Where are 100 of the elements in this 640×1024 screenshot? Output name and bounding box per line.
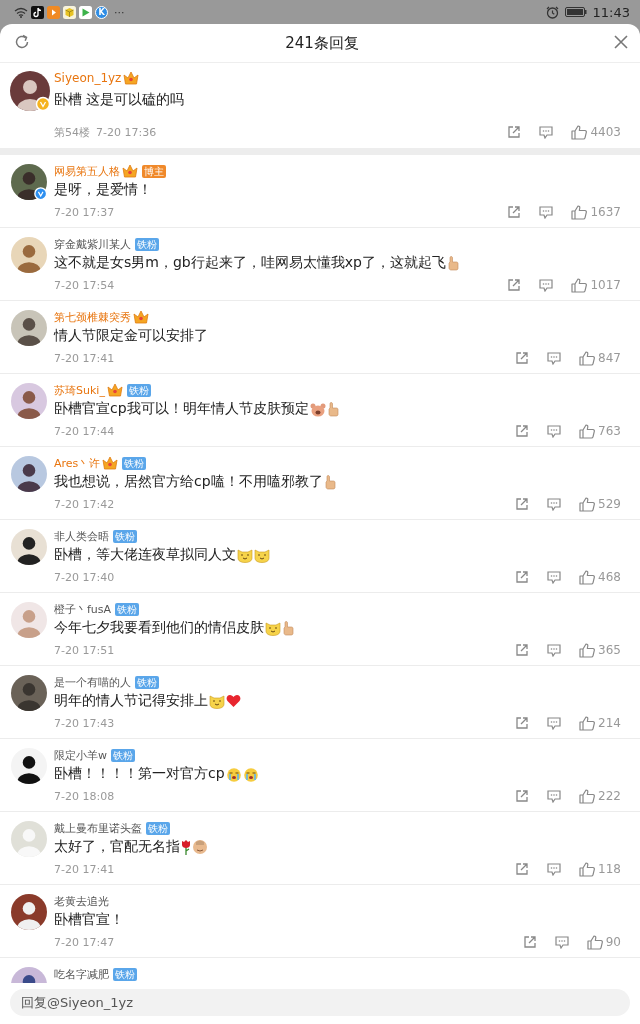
reply-button[interactable] xyxy=(547,789,562,803)
share-icon xyxy=(515,351,530,365)
like-button[interactable]: 222 xyxy=(579,788,621,804)
avatar[interactable] xyxy=(10,71,50,111)
cat-face-icon xyxy=(237,547,253,563)
comment-text: 这不就是女s男m，gb行起来了，哇网易太懂我xp了，这就起飞 xyxy=(54,254,446,272)
username[interactable]: 老黄去追光 xyxy=(54,893,109,909)
like-button[interactable]: 468 xyxy=(579,569,621,585)
avatar[interactable] xyxy=(11,894,47,930)
cat-face-icon xyxy=(209,693,225,709)
avatar[interactable] xyxy=(11,164,47,200)
reply-button[interactable] xyxy=(547,570,562,584)
username[interactable]: 第七颈椎棘突秀 xyxy=(54,309,131,325)
timestamp: 7-20 17:41 xyxy=(54,351,115,365)
reply-button[interactable] xyxy=(547,497,562,511)
share-icon xyxy=(507,278,522,292)
reply-button[interactable] xyxy=(547,424,562,438)
username[interactable]: Ares丶许 xyxy=(54,455,101,471)
reply-button[interactable] xyxy=(539,278,554,292)
username[interactable]: 是一个有喵的人 xyxy=(54,674,131,690)
comment-icon xyxy=(554,935,569,949)
fan-badge: 铁粉 xyxy=(113,967,137,981)
like-button[interactable]: 365 xyxy=(579,642,621,658)
username[interactable]: 橙子丶fusA xyxy=(54,601,112,617)
reply-button[interactable] xyxy=(547,643,562,657)
share-button[interactable] xyxy=(507,205,522,219)
reply-input-field[interactable]: 回复@Siyeon_1yz xyxy=(10,989,630,1016)
username[interactable]: Siyeon_1yz xyxy=(54,71,122,85)
like-button[interactable]: 847 xyxy=(579,350,621,366)
crown-icon xyxy=(133,310,149,324)
share-button[interactable] xyxy=(515,862,530,876)
thumbs-up-icon xyxy=(586,934,603,950)
share-button[interactable] xyxy=(515,789,530,803)
heart-icon xyxy=(226,694,241,708)
avatar[interactable] xyxy=(11,748,47,784)
reply-button[interactable] xyxy=(547,716,562,730)
avatar[interactable] xyxy=(11,310,47,346)
thumbs-up-icon xyxy=(282,620,294,636)
fan-badge: 博主 xyxy=(142,164,166,178)
share-button[interactable] xyxy=(515,497,530,511)
like-button[interactable]: 529 xyxy=(579,496,621,512)
username[interactable]: 限定小羊w xyxy=(54,747,107,763)
share-button[interactable] xyxy=(515,351,530,365)
comment-text: 是呀，是爱情！ xyxy=(54,181,152,199)
avatar[interactable] xyxy=(11,675,47,711)
username[interactable]: 戴上曼布里诺头盔 xyxy=(54,820,142,836)
timestamp: 7-20 17:40 xyxy=(54,570,115,584)
avatar[interactable] xyxy=(11,456,47,492)
crying-face-icon xyxy=(242,766,259,782)
timestamp: 7-20 18:08 xyxy=(54,789,115,803)
thumbs-up-icon xyxy=(571,204,588,220)
share-button[interactable] xyxy=(522,935,537,949)
username[interactable]: 非人类会晤 xyxy=(54,528,109,544)
share-button[interactable] xyxy=(507,125,522,139)
avatar[interactable] xyxy=(11,529,47,565)
share-button[interactable] xyxy=(515,424,530,438)
comment-icon xyxy=(547,643,562,657)
like-button[interactable]: 1637 xyxy=(571,204,621,220)
share-button[interactable] xyxy=(515,716,530,730)
like-button[interactable]: 90 xyxy=(586,934,621,950)
like-button[interactable]: 118 xyxy=(579,861,621,877)
username[interactable]: 穿金戴紫川某人 xyxy=(54,236,131,252)
timestamp: 7-20 17:44 xyxy=(54,424,115,438)
crown-icon xyxy=(106,383,123,397)
thumbs-up-icon xyxy=(579,642,596,658)
username[interactable]: 网易第五人格 xyxy=(54,163,120,179)
comment-icon xyxy=(547,789,562,803)
like-button[interactable]: 214 xyxy=(579,715,621,731)
reply-button[interactable] xyxy=(554,935,569,949)
thumbs-up-icon xyxy=(579,496,596,512)
thumbs-up-icon xyxy=(446,255,459,271)
like-button[interactable]: 4403 xyxy=(571,124,621,140)
share-button[interactable] xyxy=(507,278,522,292)
reply-button[interactable] xyxy=(539,205,554,219)
share-button[interactable] xyxy=(515,570,530,584)
comment-icon xyxy=(539,125,554,139)
comment-icon xyxy=(539,205,554,219)
reply-button[interactable] xyxy=(539,125,554,139)
fan-badge: 铁粉 xyxy=(113,529,137,543)
thumbs-up-icon xyxy=(326,401,339,417)
thumbs-up-icon xyxy=(579,715,596,731)
comment-text: 太好了，官配无名指 xyxy=(54,838,180,856)
fan-badge: 铁粉 xyxy=(135,237,159,251)
timestamp: 7-20 17:43 xyxy=(54,716,115,730)
username[interactable]: 吃名字减肥 xyxy=(54,966,109,982)
thumbs-up-icon xyxy=(579,350,596,366)
comment-text: 我也想说，居然官方给cp嗑！不用嗑邪教了 xyxy=(54,473,323,491)
like-button[interactable]: 1017 xyxy=(571,277,621,293)
timestamp: 7-20 17:37 xyxy=(54,205,115,219)
username[interactable]: 苏琦Suki_ xyxy=(54,382,105,398)
avatar[interactable] xyxy=(11,967,47,983)
share-button[interactable] xyxy=(515,643,530,657)
share-icon xyxy=(515,862,530,876)
crown-icon xyxy=(102,456,119,470)
comment-icon xyxy=(539,278,554,292)
reply-button[interactable] xyxy=(547,351,562,365)
thumbs-up-icon xyxy=(323,474,336,490)
like-button[interactable]: 763 xyxy=(579,423,621,439)
reply-button[interactable] xyxy=(547,862,562,876)
comment-text: 情人节限定金可以安排了 xyxy=(54,327,208,345)
